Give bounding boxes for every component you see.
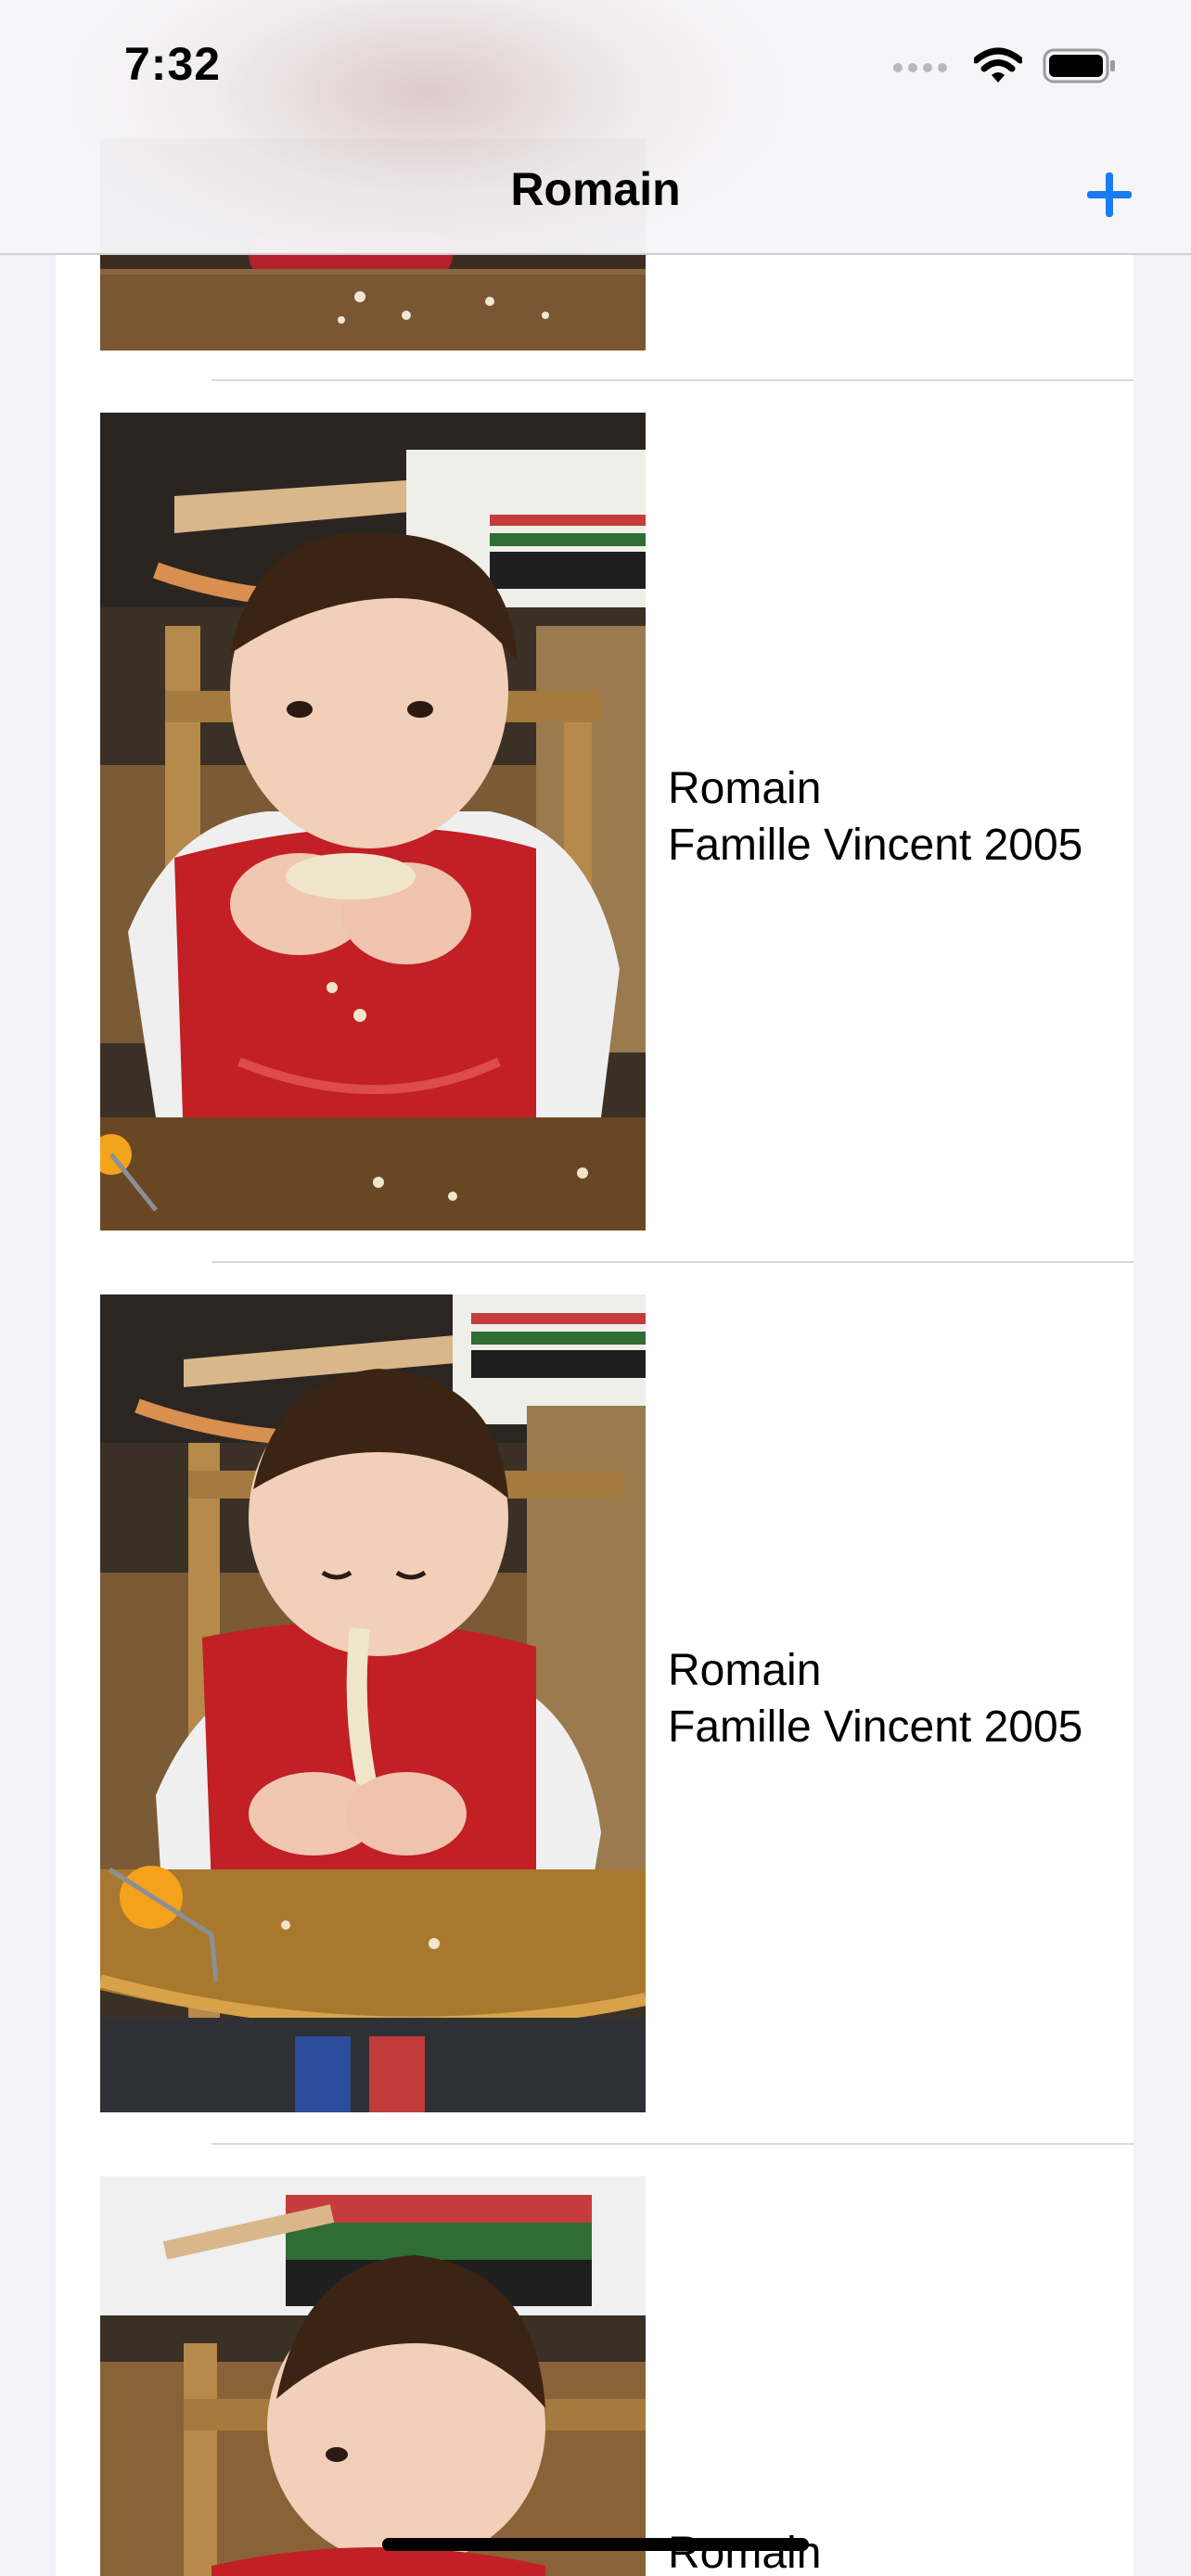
item-title: Romain — [668, 764, 822, 813]
navigation-bar: 7:32 Romain — [0, 0, 1191, 255]
row-text: Romain Famille Vincent 2005 — [668, 760, 1082, 874]
wifi-icon — [972, 47, 1024, 89]
item-subtitle: Famille Vincent 2005 — [668, 821, 1083, 870]
list-item[interactable]: Romain — [56, 2145, 1133, 2576]
photo-thumbnail — [100, 2176, 646, 2576]
row-text: Romain Famille Vincent 2005 — [668, 1642, 1082, 1755]
battery-icon — [1043, 47, 1117, 89]
status-time: 7:32 — [124, 38, 222, 90]
photo-thumbnail — [100, 1294, 646, 2112]
list-item[interactable]: Romain Famille Vincent 2005 — [56, 381, 1133, 1262]
add-button[interactable] — [1082, 167, 1137, 223]
home-indicator[interactable] — [382, 2538, 809, 2551]
plus-icon — [1087, 172, 1132, 217]
page-title: Romain — [510, 163, 681, 215]
item-subtitle: Famille Vincent 2005 — [668, 1702, 1083, 1752]
screen: Romain Famille Vincent 2005 Romain Famil… — [0, 0, 1191, 2576]
status-icons — [892, 45, 1117, 91]
photo-thumbnail — [100, 413, 646, 1231]
item-title: Romain — [668, 1646, 822, 1695]
list-item[interactable]: Romain Famille Vincent 2005 — [56, 1263, 1133, 2144]
cellular-signal-icon — [892, 58, 950, 78]
